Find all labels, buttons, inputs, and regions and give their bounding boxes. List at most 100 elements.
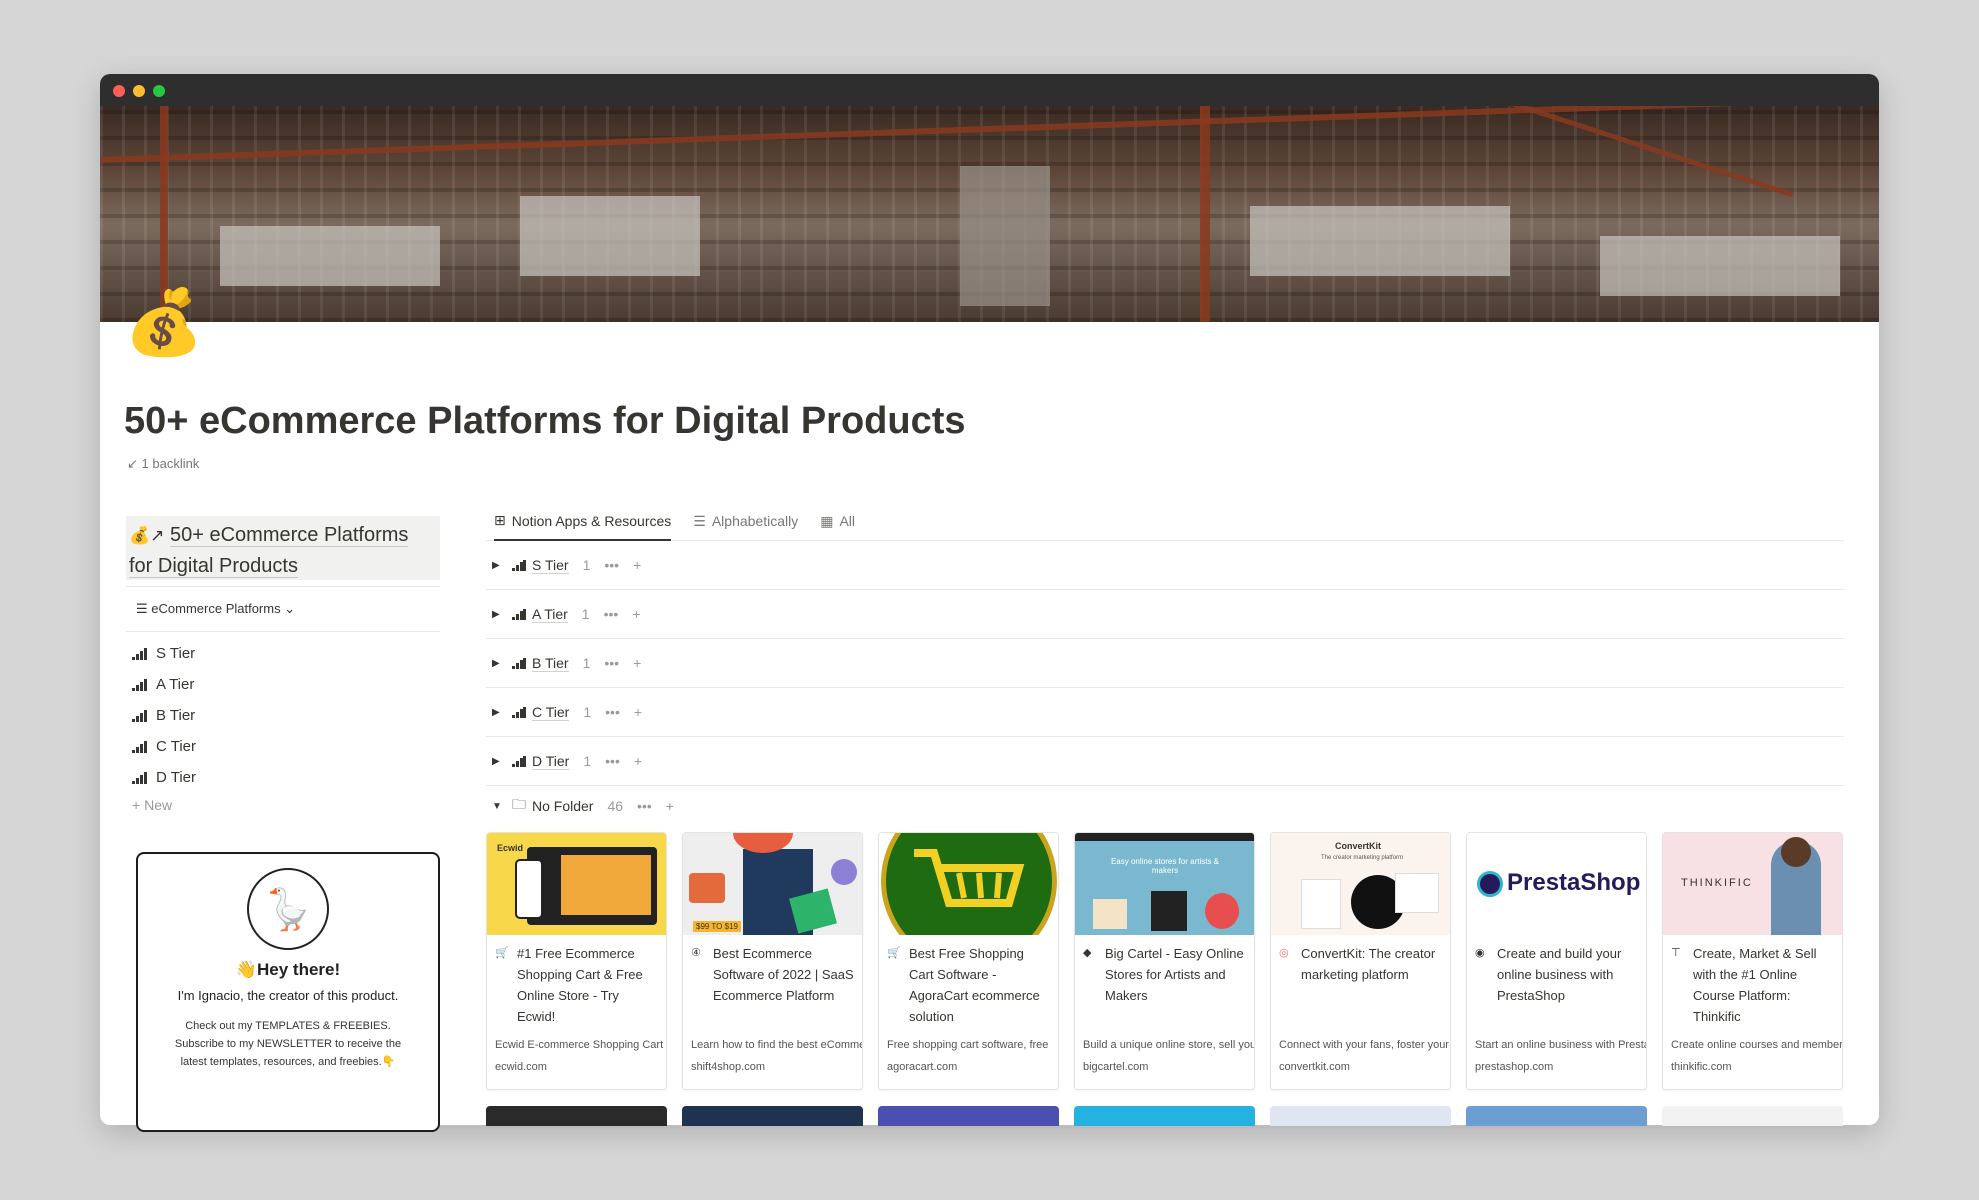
gallery-icon: ⊞: [494, 512, 506, 528]
tab-all[interactable]: ▦ All: [820, 506, 855, 540]
gallery-card[interactable]: Ecwid 🛒 #1 Free Ecommerce Shopping Cart &…: [486, 832, 667, 1090]
promo-subtitle: I'm Ignacio, the creator of this product…: [177, 988, 399, 1003]
card-title: Best Free Shopping Cart Software - Agora…: [909, 946, 1040, 1024]
backlink-label: 1 backlink: [141, 456, 200, 471]
group-count: 1: [583, 753, 592, 769]
convertkit-favicon-icon: ◎: [1279, 947, 1289, 959]
list-icon: ☰: [693, 512, 706, 529]
signal-bars-icon: [512, 608, 526, 620]
card-description: Ecwid E-commerce Shopping Cart: [495, 1039, 664, 1051]
tab-notion-apps-resources[interactable]: ⊞ Notion Apps & Resources: [494, 506, 672, 541]
card-thumbnail: Ecwid: [487, 833, 666, 935]
maximize-window-button[interactable]: [153, 85, 165, 97]
gallery-card[interactable]: THINKIFIC ⊤ Create, Market & Sell with th…: [1662, 832, 1843, 1090]
sidebar-item-s-tier[interactable]: S Tier: [126, 638, 440, 669]
more-options-icon[interactable]: •••: [605, 704, 620, 720]
card-thumbnail: $99 TO $19: [683, 833, 862, 935]
add-item-icon[interactable]: +: [634, 753, 642, 769]
add-item-icon[interactable]: +: [633, 557, 641, 573]
signal-bars-icon: [512, 706, 526, 718]
more-options-icon[interactable]: •••: [637, 798, 652, 814]
chevron-down-icon: ⌄: [284, 601, 296, 616]
tab-alphabetically[interactable]: ☰ Alphabetically: [693, 506, 798, 540]
gallery-card[interactable]: ConvertKit The creator marketing platfor…: [1270, 832, 1451, 1090]
card-title: Big Cartel - Easy Online Stores for Arti…: [1105, 946, 1244, 1003]
minimize-window-button[interactable]: [133, 85, 145, 97]
sidebar-heading: 50+ eCommerce Platforms for Digital Prod…: [129, 524, 409, 578]
card-title: Create and build your online business wi…: [1497, 946, 1622, 1003]
group-s-tier[interactable]: ▶ S Tier 1 ••• +: [486, 541, 1844, 590]
gallery-card[interactable]: 🛒 Best Free Shopping Cart Software - Agor…: [878, 832, 1059, 1090]
card-url: thinkific.com: [1671, 1061, 1732, 1073]
group-name: A Tier: [532, 605, 568, 623]
card-thumbnail: THINKIFIC: [1663, 833, 1842, 935]
signal-bars-icon: [132, 771, 147, 784]
card-thumbnail: PrestaShop: [1467, 833, 1646, 935]
add-item-icon[interactable]: +: [634, 704, 642, 720]
sidebar-page-link[interactable]: 💰↗ 50+ eCommerce Platforms for Digital P…: [126, 516, 440, 580]
group-a-tier[interactable]: ▶ A Tier 1 ••• +: [486, 590, 1844, 639]
money-bag-icon[interactable]: 💰: [124, 282, 204, 362]
group-c-tier[interactable]: ▶ C Tier 1 ••• +: [486, 688, 1844, 737]
promo-title: 👋Hey there!: [235, 960, 341, 979]
close-window-button[interactable]: [113, 85, 125, 97]
sidebar-item-a-tier[interactable]: A Tier: [126, 669, 440, 700]
more-options-icon[interactable]: •••: [604, 655, 619, 671]
caret-right-icon[interactable]: ▶: [492, 658, 512, 669]
card-description: Connect with your fans, foster your: [1279, 1039, 1449, 1051]
database-main: ⊞ Notion Apps & Resources ☰ Alphabetical…: [486, 506, 1844, 826]
thinkific-favicon-icon: ⊤: [1671, 947, 1681, 959]
signal-bars-icon: [132, 740, 147, 753]
caret-down-icon[interactable]: ▼: [492, 801, 512, 812]
gallery-card[interactable]: PrestaShop ◉ Create and build your online…: [1466, 832, 1647, 1090]
sidebar-view-label: eCommerce Platforms: [151, 601, 281, 616]
inbox-icon: 🗀: [512, 796, 526, 812]
caret-right-icon[interactable]: ▶: [492, 609, 512, 620]
more-options-icon[interactable]: •••: [604, 557, 619, 573]
caret-right-icon[interactable]: ▶: [492, 756, 512, 767]
creator-promo-card: 🪿 👋Hey there! I'm Ignacio, the creator o…: [136, 852, 440, 1132]
caret-right-icon[interactable]: ▶: [492, 707, 512, 718]
gallery-card[interactable]: $99 TO $19 ④ Best Ecommerce Software of 2…: [682, 832, 863, 1090]
sidebar-item-c-tier[interactable]: C Tier: [126, 731, 440, 762]
more-options-icon[interactable]: •••: [604, 606, 619, 622]
card-thumbnail[interactable]: [1270, 1106, 1451, 1126]
sidebar-new-button[interactable]: + New: [126, 793, 440, 817]
add-item-icon[interactable]: +: [632, 606, 640, 622]
card-thumbnail[interactable]: [682, 1106, 863, 1126]
card-title: Best Ecommerce Software of 2022 | SaaS E…: [713, 946, 854, 1003]
gallery-card[interactable]: Easy online stores for artists & makers …: [1074, 832, 1255, 1090]
group-count: 46: [607, 798, 624, 814]
card-title: Create, Market & Sell with the #1 Online…: [1693, 946, 1817, 1024]
card-thumbnail[interactable]: [1074, 1106, 1255, 1126]
agoracart-favicon-icon: 🛒: [887, 947, 901, 959]
card-thumbnail[interactable]: [486, 1106, 667, 1126]
sidebar-item-label: A Tier: [156, 676, 195, 693]
card-thumbnail: ConvertKit The creator marketing platfor…: [1271, 833, 1450, 935]
signal-bars-icon: [512, 657, 526, 669]
sidebar-view-selector[interactable]: ☰ eCommerce Platforms ⌄: [126, 593, 440, 625]
plus-icon: +: [132, 797, 141, 813]
card-thumbnail[interactable]: [878, 1106, 1059, 1126]
sidebar-item-b-tier[interactable]: B Tier: [126, 700, 440, 731]
card-url: agoracart.com: [887, 1061, 958, 1073]
group-no-folder[interactable]: ▼ 🗀 No Folder 46 ••• +: [486, 786, 1844, 826]
group-d-tier[interactable]: ▶ D Tier 1 ••• +: [486, 737, 1844, 786]
card-url: prestashop.com: [1475, 1061, 1554, 1073]
card-thumbnail[interactable]: [1662, 1106, 1843, 1126]
sidebar-item-d-tier[interactable]: D Tier: [126, 762, 440, 793]
card-title: #1 Free Ecommerce Shopping Cart & Free O…: [517, 946, 643, 1024]
table-icon: ▦: [820, 512, 834, 529]
group-b-tier[interactable]: ▶ B Tier 1 ••• +: [486, 639, 1844, 688]
shift4-favicon-icon: ④: [691, 947, 701, 959]
add-item-icon[interactable]: +: [633, 655, 641, 671]
more-options-icon[interactable]: •••: [605, 753, 620, 769]
backlink-link[interactable]: ↙ 1 backlink: [127, 456, 199, 472]
card-thumbnail: Easy online stores for artists & makers: [1075, 833, 1254, 935]
group-name: D Tier: [532, 752, 570, 770]
page-title[interactable]: 50+ eCommerce Platforms for Digital Prod…: [124, 400, 966, 443]
card-url: shift4shop.com: [691, 1061, 765, 1073]
caret-right-icon[interactable]: ▶: [492, 560, 512, 571]
add-item-icon[interactable]: +: [666, 798, 674, 814]
card-thumbnail[interactable]: [1466, 1106, 1647, 1126]
